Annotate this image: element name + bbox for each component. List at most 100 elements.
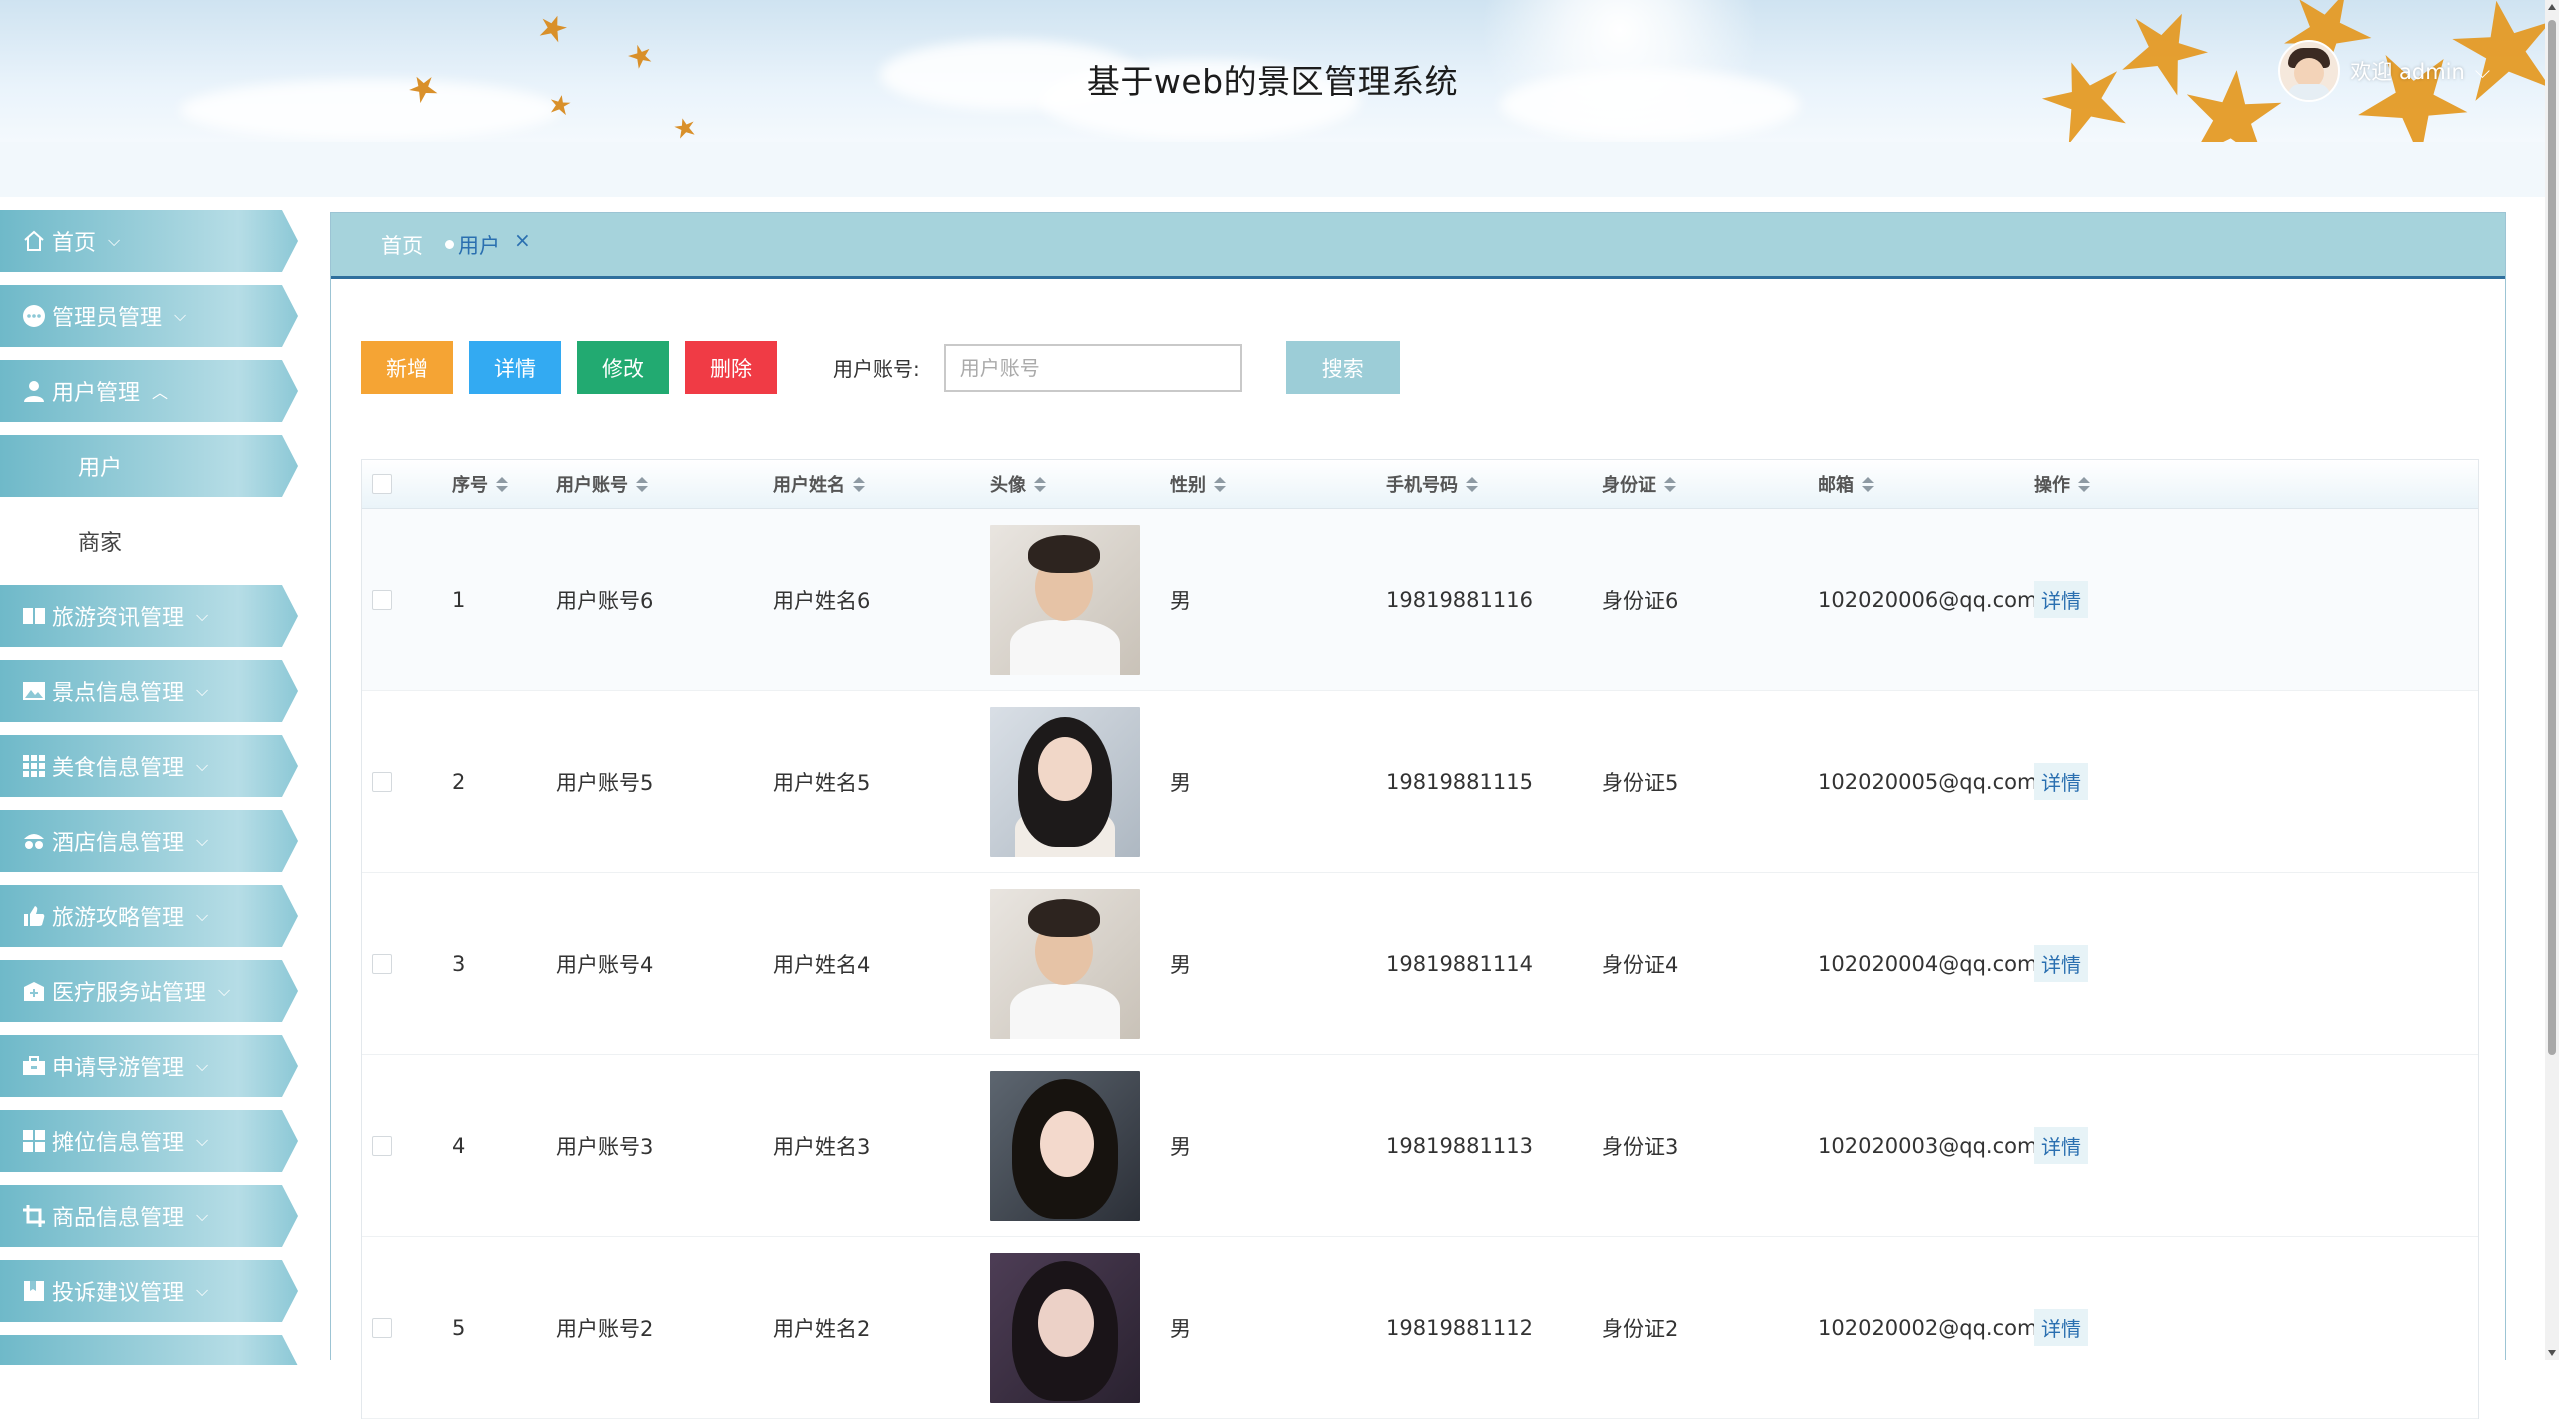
sidebar-item-travel-news[interactable]: 旅游资讯管理 ⌵ (0, 585, 298, 647)
app-title: 基于web的景区管理系统 (1086, 62, 1459, 101)
page-scrollbar[interactable] (2545, 0, 2559, 1360)
user-table: 序号 用户账号 用户姓名 头像 性别 手机号码 身份证 邮箱 操作 1 用户账号… (361, 459, 2479, 1419)
row-detail-link[interactable]: 详情 (2034, 1127, 2088, 1164)
column-header[interactable]: 手机号码 (1386, 471, 1602, 497)
tab-home[interactable]: 首页 (381, 230, 423, 260)
row-name: 用户姓名3 (773, 1134, 871, 1159)
sort-icon[interactable] (2078, 476, 2090, 492)
user-avatar-photo (990, 524, 1140, 675)
sidebar-item-label: 首页 (52, 231, 97, 256)
sort-icon[interactable] (853, 476, 865, 492)
sidebar-item-scenic-spots[interactable]: 景点信息管理 ⌵ (0, 660, 298, 722)
row-detail-link[interactable]: 详情 (2034, 1309, 2088, 1346)
row-checkbox[interactable] (372, 771, 392, 792)
row-checkbox[interactable] (372, 953, 392, 974)
row-checkbox[interactable] (372, 1135, 392, 1156)
scrollbar-thumb[interactable] (2548, 20, 2556, 1055)
bookmark-icon (20, 1277, 48, 1305)
sidebar-item-user-management[interactable]: 用户管理 ︿ (0, 360, 298, 422)
table-header: 序号 用户账号 用户姓名 头像 性别 手机号码 身份证 邮箱 操作 (362, 460, 2478, 509)
sidebar-item-label: 申请导游管理 (52, 1056, 185, 1081)
sidebar-item-label: 旅游攻略管理 (52, 906, 185, 931)
row-id-card: 身份证5 (1602, 770, 1679, 795)
close-icon[interactable]: × (514, 228, 531, 252)
chevron-down-icon: ⌵ (196, 1056, 209, 1075)
scroll-up-icon[interactable] (2548, 4, 2556, 10)
row-detail-link[interactable]: 详情 (2034, 945, 2088, 982)
column-header[interactable]: 序号 (452, 471, 556, 497)
select-all-checkbox[interactable] (372, 474, 392, 494)
sort-icon[interactable] (496, 476, 508, 492)
table-row[interactable]: 5 用户账号2 用户姓名2 男 19819881112 身份证2 1020200… (362, 1237, 2478, 1419)
sort-icon[interactable] (1034, 476, 1046, 492)
row-name: 用户姓名4 (773, 952, 871, 977)
row-sex: 男 (1170, 770, 1191, 795)
sort-icon[interactable] (1214, 476, 1226, 492)
column-header[interactable]: 用户账号 (556, 471, 773, 497)
row-id-card: 身份证6 (1602, 588, 1679, 613)
row-no: 1 (452, 587, 466, 612)
user-menu[interactable]: 欢迎 admin ⌵ (2278, 40, 2490, 102)
column-header[interactable]: 用户姓名 (773, 471, 990, 497)
admin-avatar (2278, 40, 2341, 102)
welcome-text: 欢迎 admin (2350, 60, 2465, 84)
sidebar-item-label: 旅游资讯管理 (52, 606, 185, 631)
sidebar-item-admin[interactable]: 管理员管理 ⌵ (0, 285, 298, 347)
detail-button[interactable]: 详情 (469, 341, 561, 394)
sidebar-item-food[interactable]: 美食信息管理 ⌵ (0, 735, 298, 797)
table-row[interactable]: 4 用户账号3 用户姓名3 男 19819881113 身份证3 1020200… (362, 1055, 2478, 1237)
row-checkbox[interactable] (372, 1317, 392, 1338)
delete-button[interactable]: 删除 (685, 341, 777, 394)
add-button[interactable]: 新增 (361, 341, 453, 394)
sidebar-item-tour-guide[interactable]: 申请导游管理 ⌵ (0, 1035, 298, 1097)
picture-icon (20, 677, 48, 705)
row-name: 用户姓名6 (773, 588, 871, 613)
chevron-up-icon: ︿ (152, 383, 169, 402)
sidebar-item-label: 投诉建议管理 (52, 1281, 185, 1306)
search-button[interactable]: 搜索 (1285, 341, 1400, 394)
row-sex: 男 (1170, 1134, 1191, 1159)
column-header[interactable]: 身份证 (1602, 471, 1818, 497)
sort-icon[interactable] (1466, 476, 1478, 492)
chevron-down-icon: ⌵ (196, 906, 209, 925)
column-header[interactable]: 头像 (990, 471, 1170, 497)
sidebar-item-complaints[interactable]: 投诉建议管理 ⌵ (0, 1260, 298, 1322)
table-row[interactable]: 2 用户账号5 用户姓名5 男 19819881115 身份证5 1020200… (362, 691, 2478, 873)
column-header[interactable]: 操作 (2034, 471, 2234, 497)
table-row[interactable]: 3 用户账号4 用户姓名4 男 19819881114 身份证4 1020200… (362, 873, 2478, 1055)
row-phone: 19819881113 (1386, 1133, 1533, 1158)
sidebar-item-home[interactable]: 首页 ⌵ (0, 210, 298, 272)
tab-user[interactable]: 用户 (445, 230, 500, 260)
row-account: 用户账号3 (556, 1134, 654, 1159)
user-avatar-photo (990, 706, 1140, 857)
row-checkbox[interactable] (372, 589, 392, 610)
row-email: 102020002@qq.com (1818, 1315, 2038, 1340)
sidebar-item-medical[interactable]: 医疗服务站管理 ⌵ (0, 960, 298, 1022)
table-row[interactable]: 1 用户账号6 用户姓名6 男 19819881116 身份证6 1020200… (362, 509, 2478, 691)
sidebar-item-booth[interactable]: 摊位信息管理 ⌵ (0, 1110, 298, 1172)
sort-icon[interactable] (1664, 476, 1676, 492)
home-icon (20, 227, 48, 255)
sort-icon[interactable] (636, 476, 648, 492)
chevron-down-icon: ⌵ (2474, 59, 2490, 83)
sidebar-subitem-merchant[interactable]: 商家 (0, 510, 298, 572)
sidebar-item-goods[interactable]: 商品信息管理 ⌵ (0, 1185, 298, 1247)
row-detail-link[interactable]: 详情 (2034, 581, 2088, 618)
row-phone: 19819881112 (1386, 1315, 1533, 1340)
tab-user-label: 用户 (458, 233, 500, 258)
sort-icon[interactable] (1862, 476, 1874, 492)
sidebar-subitem-user[interactable]: 用户 (0, 435, 298, 497)
sidebar-item-travel-guide[interactable]: 旅游攻略管理 ⌵ (0, 885, 298, 947)
row-detail-link[interactable]: 详情 (2034, 763, 2088, 800)
row-id-card: 身份证4 (1602, 952, 1679, 977)
row-no: 4 (452, 1133, 466, 1158)
column-header[interactable]: 性别 (1170, 471, 1386, 497)
row-email: 102020003@qq.com (1818, 1133, 2038, 1158)
sidebar-item-more[interactable] (0, 1335, 298, 1365)
search-label: 用户账号: (833, 357, 920, 381)
sidebar-item-hotel[interactable]: 酒店信息管理 ⌵ (0, 810, 298, 872)
edit-button[interactable]: 修改 (577, 341, 669, 394)
search-input[interactable] (943, 343, 1242, 392)
column-header[interactable]: 邮箱 (1818, 471, 2034, 497)
scroll-down-icon[interactable] (2548, 1350, 2556, 1356)
